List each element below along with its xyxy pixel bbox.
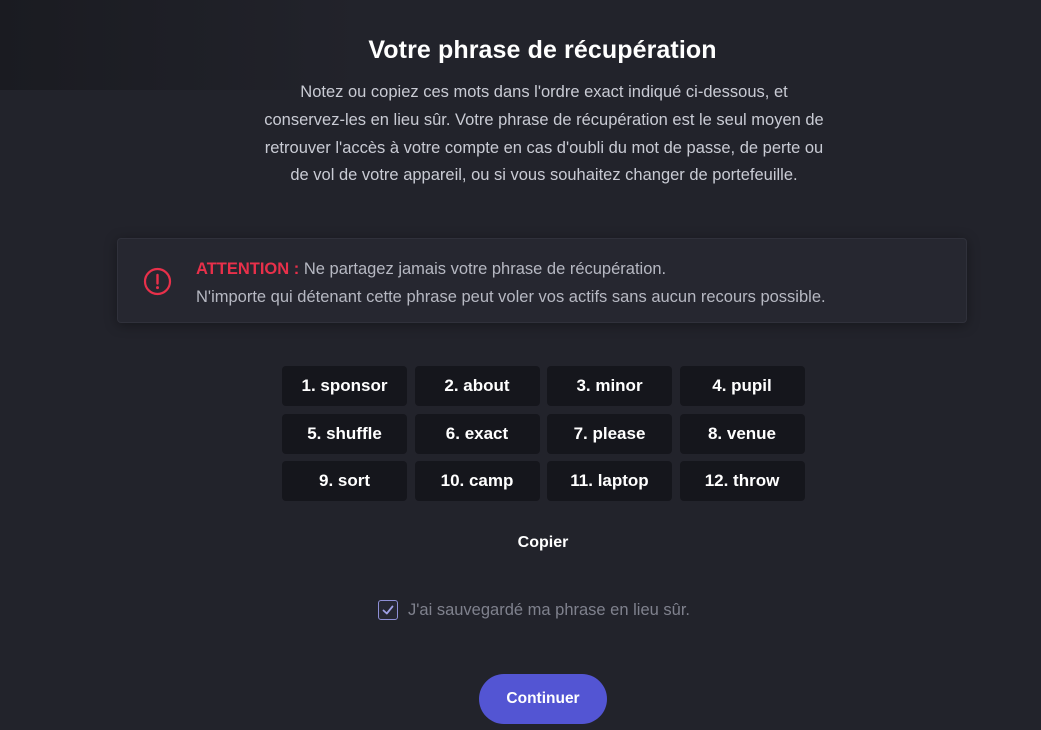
seed-word: 5. shuffle	[282, 413, 407, 454]
seed-word: 10. camp	[414, 461, 540, 501]
confirm-saved-checkbox[interactable]	[378, 600, 398, 620]
seed-words-grid: 1. sponsor 2. about 3. minor 4. pupil 5.…	[282, 366, 805, 501]
confirm-saved-row[interactable]: J'ai sauvegardé ma phrase en lieu sûr.	[378, 598, 690, 622]
warning-box: ATTENTION : Ne partagez jamais votre phr…	[117, 238, 967, 323]
confirm-saved-label[interactable]: J'ai sauvegardé ma phrase en lieu sûr.	[408, 601, 690, 620]
seed-word: 12. throw	[679, 461, 805, 501]
checkmark-icon	[382, 605, 394, 615]
warning-line-1: Ne partagez jamais votre phrase de récup…	[299, 260, 667, 278]
warning-line-2: N'importe qui détenant cette phrase peut…	[196, 287, 826, 306]
warning-label: ATTENTION :	[196, 260, 300, 278]
copy-button[interactable]: Copier	[493, 530, 593, 556]
warning-message: ATTENTION : Ne partagez jamais votre phr…	[196, 256, 966, 311]
seed-word: 2. about	[414, 366, 540, 406]
seed-word: 7. please	[547, 413, 672, 454]
seed-word: 6. exact	[414, 413, 540, 454]
seed-word: 8. venue	[679, 413, 805, 454]
page-description: Notez ou copiez ces mots dans l'ordre ex…	[264, 83, 824, 185]
continue-button[interactable]: Continuer	[479, 674, 607, 724]
alert-circle-icon	[143, 267, 172, 296]
seed-word: 9. sort	[282, 461, 407, 501]
seed-word: 1. sponsor	[282, 366, 407, 406]
seed-word: 3. minor	[547, 366, 672, 406]
seed-word: 4. pupil	[679, 366, 805, 406]
page-title: Votre phrase de récupération	[368, 36, 717, 64]
seed-word: 11. laptop	[547, 461, 672, 501]
